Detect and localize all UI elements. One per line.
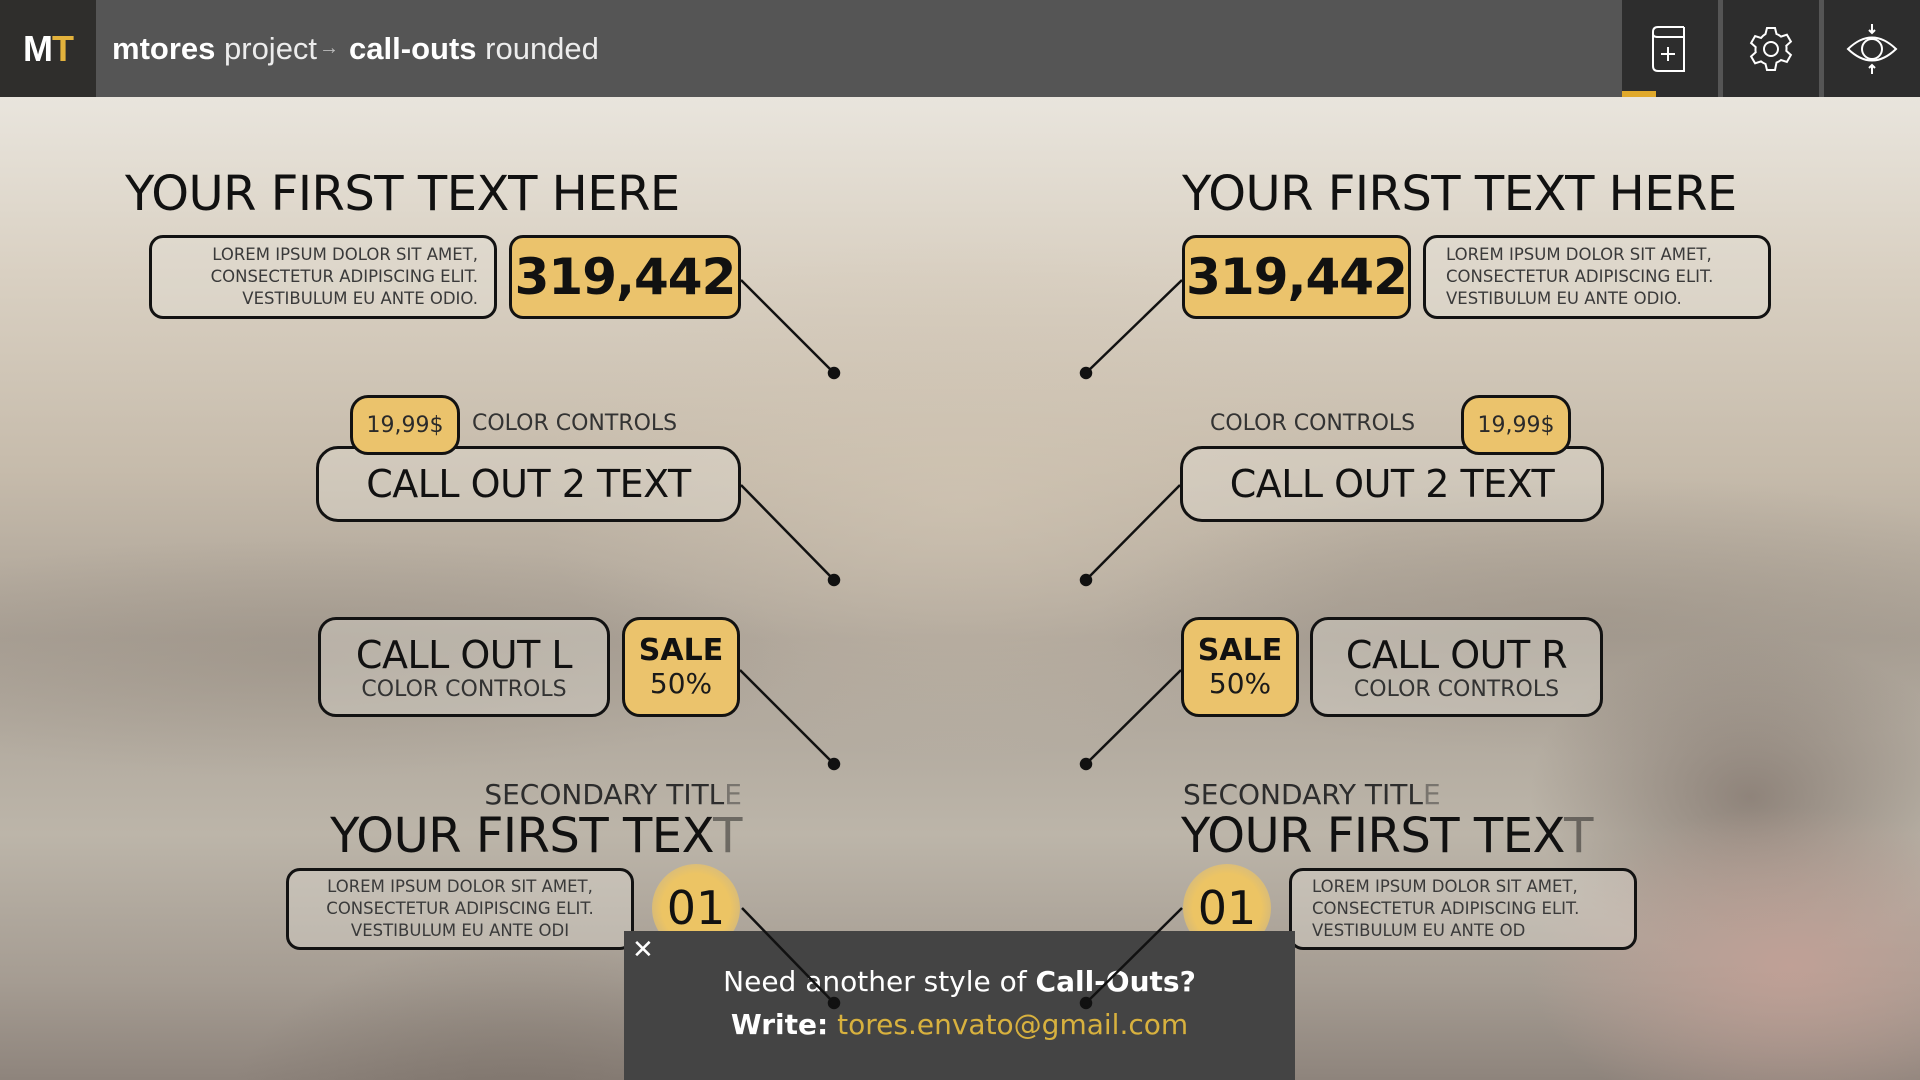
active-indicator [1622,91,1656,97]
right-callout-4-text-box[interactable]: LOREM IPSUM DOLOR SIT AMET, CONSECTETUR … [1289,868,1637,950]
right-callout-1-number: 319,442 [1186,248,1408,306]
left-callout-3-box[interactable]: CALL OUT L COLOR CONTROLS [318,617,610,717]
left-callout-4-lorem: LOREM IPSUM DOLOR SIT AMET, CONSECTETUR … [326,876,593,942]
left-callout-2-caption: COLOR CONTROLS [472,411,678,436]
left-callout-1-text-box[interactable]: LOREM IPSUM DOLOR SIT AMET, CONSECTETUR … [149,235,497,319]
right-callout-3-sale-badge[interactable]: SALE 50% [1181,617,1299,717]
settings-button[interactable] [1723,0,1819,97]
secondary-title-fade: E [724,778,742,811]
popup-contact: Write: tores.envato@gmail.com [624,1008,1295,1041]
left-callout-2-price: 19,99$ [366,412,444,438]
logo[interactable]: MT [0,0,96,97]
heading-fade: T [1564,808,1593,864]
left-callout-2-price-badge[interactable]: 19,99$ [350,395,460,455]
secondary-title-text: SECONDARY TITL [1183,778,1423,811]
left-callout-3-title: CALL OUT L [355,632,573,677]
right-callout-2-caption: COLOR CONTROLS [1210,411,1416,436]
right-callout-1-lorem: LOREM IPSUM DOLOR SIT AMET, CONSECTETUR … [1446,244,1713,310]
popup-message-text: Need another style of [723,965,1036,998]
top-bar: MT mtores project → call-outs rounded [0,0,1920,97]
secondary-title-text: SECONDARY TITL [484,778,725,811]
left-callout-1-lorem: LOREM IPSUM DOLOR SIT AMET, CONSECTETUR … [211,244,478,310]
lorem-line: VESTIBULUM EU ANTE ODIO. [242,289,478,308]
breadcrumb-project-label[interactable]: project [224,31,317,67]
right-callout-1-heading: YOUR FIRST TEXT HERE [1182,166,1737,222]
right-callout-1-text-box[interactable]: LOREM IPSUM DOLOR SIT AMET, CONSECTETUR … [1423,235,1771,319]
breadcrumb-page-name: call-outs [349,30,477,66]
right-callout-2-price: 19,99$ [1477,412,1555,438]
lorem-line: VESTIBULUM EU ANTE ODI [350,921,570,940]
breadcrumb-page-style: rounded [485,30,599,66]
gear-icon [1749,26,1793,71]
right-callout-4-heading: YOUR FIRST TEXT [1181,812,1593,860]
book-plus-icon [1652,25,1685,72]
breadcrumb: mtores project → call-outs rounded [96,0,599,97]
left-callout-4-secondary-title: SECONDARY TITLE [484,778,742,811]
lorem-line: LOREM IPSUM DOLOR SIT AMET, [327,877,593,896]
heading-fade: T [713,808,742,864]
right-callout-4-secondary-title: SECONDARY TITLE [1183,778,1441,811]
heading-text: YOUR FIRST TEX [1181,808,1565,864]
right-callout-4-lorem: LOREM IPSUM DOLOR SIT AMET, CONSECTETUR … [1312,876,1579,942]
right-callout-3-title: CALL OUT R [1345,632,1568,677]
lorem-line: VESTIBULUM EU ANTE ODIO. [1446,289,1682,308]
add-to-library-button[interactable] [1622,0,1718,97]
lorem-line: CONSECTETUR ADIPISCING ELIT. [210,267,478,286]
lorem-line: LOREM IPSUM DOLOR SIT AMET, [1312,877,1578,896]
lorem-line: VESTIBULUM EU ANTE OD [1312,921,1526,940]
preview-button[interactable] [1824,0,1920,97]
lorem-line: CONSECTETUR ADIPISCING ELIT. [1312,899,1580,918]
close-icon[interactable]: ✕ [632,937,654,963]
left-callout-4-heading: YOUR FIRST TEXT [330,812,742,860]
left-callout-2-box[interactable]: CALL OUT 2 TEXT [316,446,741,522]
left-callout-3-sale-badge[interactable]: SALE 50% [622,617,740,717]
left-callout-4-text-box[interactable]: LOREM IPSUM DOLOR SIT AMET, CONSECTETUR … [286,868,634,950]
lorem-line: CONSECTETUR ADIPISCING ELIT. [1446,267,1714,286]
breadcrumb-project-name[interactable]: mtores [112,31,215,67]
lorem-line: LOREM IPSUM DOLOR SIT AMET, [212,245,478,264]
left-callout-3-sale: SALE [638,632,724,668]
popup-message-bold: Call-Outs? [1035,965,1196,998]
lorem-line: CONSECTETUR ADIPISCING ELIT. [326,899,594,918]
popup-email-link[interactable]: tores.envato@gmail.com [837,1008,1188,1041]
heading-text: YOUR FIRST TEX [330,808,714,864]
left-callout-3-percent: 50% [649,666,713,700]
right-callout-2-box[interactable]: CALL OUT 2 TEXT [1180,446,1604,522]
right-callout-2-price-badge[interactable]: 19,99$ [1461,395,1571,455]
promo-popup: ✕ Need another style of Call-Outs? Write… [624,931,1295,1080]
popup-write-label: Write: [730,1008,829,1041]
right-callout-3-caption: COLOR CONTROLS [1353,676,1560,702]
right-callout-1-number-box[interactable]: 319,442 [1182,235,1411,319]
right-callout-3-percent: 50% [1208,666,1272,700]
right-callout-3-box[interactable]: CALL OUT R COLOR CONTROLS [1310,617,1603,717]
popup-message: Need another style of Call-Outs? [624,965,1295,998]
logo-letter-t: T [52,27,74,69]
right-callout-2-text: CALL OUT 2 TEXT [1229,462,1555,506]
toolbar [1622,0,1920,97]
left-callout-3-caption: COLOR CONTROLS [361,676,567,702]
logo-letter-m: M [23,27,53,69]
left-callout-2-text: CALL OUT 2 TEXT [366,462,691,506]
arrow-right-icon: → [319,37,340,59]
left-callout-1-number-box[interactable]: 319,442 [509,235,741,319]
lorem-line: LOREM IPSUM DOLOR SIT AMET, [1446,245,1712,264]
secondary-title-fade: E [1422,778,1441,811]
eye-focus-icon [1846,23,1898,74]
right-callout-3-sale: SALE [1197,632,1283,668]
left-callout-1-number: 319,442 [514,248,737,306]
left-callout-1-heading: YOUR FIRST TEXT HERE [125,166,680,222]
